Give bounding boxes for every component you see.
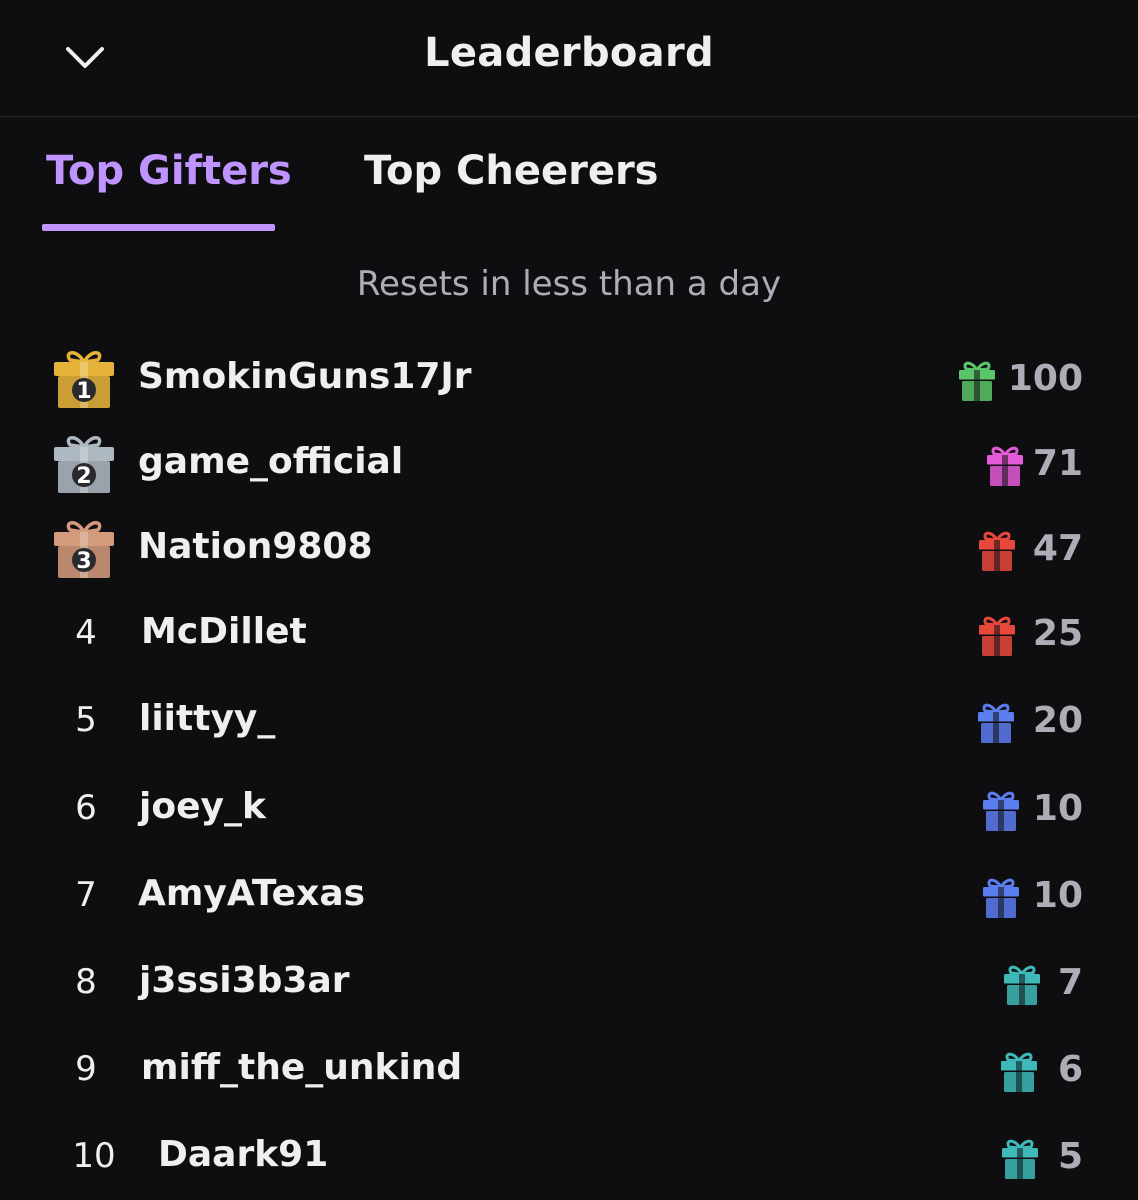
gift-icon	[983, 878, 1019, 918]
rank-number: 6	[75, 788, 97, 828]
gift-icon	[959, 361, 995, 401]
gold-gift-badge-icon: 1	[54, 351, 114, 408]
gift-count: 6	[1057, 1049, 1083, 1090]
gift-icon	[978, 703, 1014, 743]
tab-top-cheerers[interactable]: Top Cheerers	[364, 148, 659, 194]
gift-icon	[977, 613, 1017, 657]
leaderboard-row[interactable]: 3 Nation9808 47	[0, 510, 1138, 590]
rank-number: 4	[75, 613, 97, 653]
username[interactable]: j3ssi3b3ar	[139, 960, 350, 1001]
leaderboard-row[interactable]: 9 miff_the_unkind 6	[0, 1031, 1138, 1111]
rank-badge: 1	[52, 346, 116, 410]
rank-number: 7	[75, 875, 97, 915]
leaderboard-row[interactable]: 7 AmyATexas 10	[0, 857, 1138, 937]
gift-count: 10	[1032, 788, 1083, 829]
rank-badge: 2	[52, 431, 116, 495]
active-tab-indicator	[42, 224, 275, 231]
gift-icon	[981, 875, 1021, 919]
leaderboard-row[interactable]: 10 Daark91 5	[0, 1118, 1138, 1198]
leaderboard-panel: Leaderboard Top Gifters Top Cheerers Res…	[0, 0, 1138, 1200]
rank-number: 8	[75, 962, 97, 1002]
rank-number: 9	[75, 1049, 97, 1089]
gift-count: 47	[1032, 528, 1083, 569]
leaderboard-row[interactable]: 6 joey_k 10	[0, 770, 1138, 850]
username[interactable]: AmyATexas	[138, 873, 365, 914]
gift-icon	[985, 443, 1025, 487]
username[interactable]: joey_k	[139, 786, 266, 827]
gift-icon	[979, 531, 1015, 571]
username[interactable]: liittyy_	[139, 698, 275, 739]
gift-icon	[999, 1049, 1039, 1093]
gift-count: 10	[1032, 875, 1083, 916]
gift-icon	[977, 528, 1017, 572]
username[interactable]: miff_the_unkind	[141, 1047, 462, 1088]
leaderboard-row[interactable]: 8 j3ssi3b3ar 7	[0, 944, 1138, 1024]
gift-icon	[1000, 1136, 1040, 1180]
gift-icon	[987, 446, 1023, 486]
username[interactable]: Nation9808	[138, 526, 373, 567]
gift-count: 7	[1057, 962, 1083, 1003]
gift-icon	[1001, 1052, 1037, 1092]
svg-text:2: 2	[76, 464, 91, 489]
page-title: Leaderboard	[424, 30, 714, 76]
gift-count: 20	[1032, 700, 1083, 741]
header: Leaderboard	[0, 0, 1138, 117]
gift-icon	[1004, 965, 1040, 1005]
svg-text:1: 1	[76, 379, 91, 404]
leaderboard-row[interactable]: 2 game_official 71	[0, 425, 1138, 505]
svg-text:3: 3	[76, 549, 91, 574]
leaderboard-row[interactable]: 4 McDillet 25	[0, 595, 1138, 675]
gift-count: 71	[1032, 443, 1083, 484]
gift-icon	[976, 700, 1016, 744]
silver-gift-badge-icon: 2	[54, 436, 114, 493]
rank-number: 10	[72, 1136, 116, 1176]
rank-badge: 3	[52, 516, 116, 580]
gift-icon	[957, 358, 997, 402]
reset-notice: Resets in less than a day	[356, 264, 782, 304]
bronze-gift-badge-icon: 3	[54, 521, 114, 578]
gift-count: 100	[1007, 358, 1083, 399]
gift-icon	[979, 616, 1015, 656]
gift-icon	[983, 791, 1019, 831]
tab-top-gifters[interactable]: Top Gifters	[46, 148, 292, 194]
leaderboard-row[interactable]: 1 SmokinGuns17Jr 100	[0, 340, 1138, 420]
gift-icon	[1002, 1139, 1038, 1179]
leaderboard-row[interactable]: 5 liittyy_ 20	[0, 682, 1138, 762]
gift-count: 25	[1032, 613, 1083, 654]
gift-count: 5	[1057, 1136, 1083, 1177]
rank-number: 5	[75, 700, 97, 740]
username[interactable]: McDillet	[141, 611, 307, 652]
username[interactable]: SmokinGuns17Jr	[138, 356, 472, 397]
username[interactable]: Daark91	[158, 1134, 328, 1175]
gift-icon	[981, 788, 1021, 832]
username[interactable]: game_official	[138, 441, 403, 482]
gift-icon	[1002, 962, 1042, 1006]
